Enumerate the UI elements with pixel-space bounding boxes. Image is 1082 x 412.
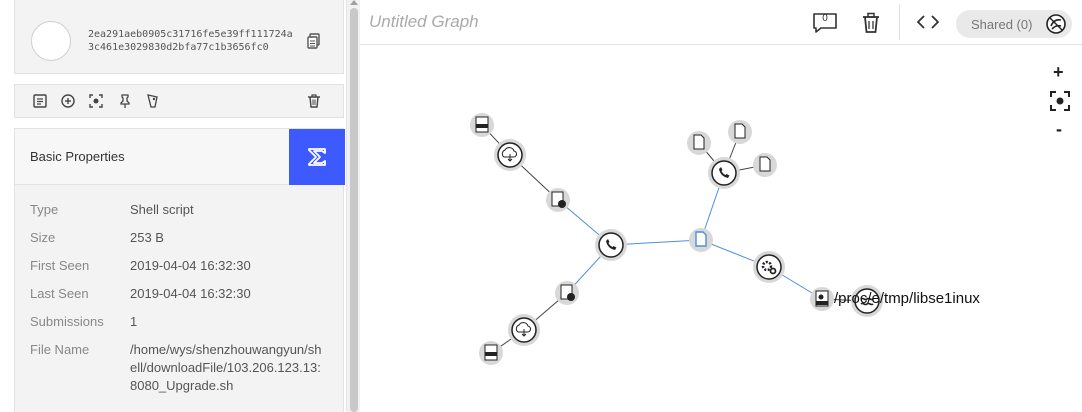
- sigma-icon: [308, 148, 326, 166]
- file-node[interactable]: [728, 120, 752, 144]
- graph-edges: [481, 124, 868, 354]
- zip-file-node[interactable]: [470, 113, 494, 137]
- report-icon[interactable]: [32, 93, 48, 109]
- graph-canvas[interactable]: Untitled Graph 0 Shared (0) + - /proc/e/…: [360, 0, 1082, 412]
- call-node[interactable]: [708, 157, 740, 189]
- download-node[interactable]: [494, 139, 526, 171]
- node-toolbar: [14, 84, 344, 118]
- web-file-node[interactable]: [546, 188, 570, 212]
- pin-icon[interactable]: [117, 93, 133, 109]
- relationship-graph[interactable]: [360, 0, 1082, 412]
- prop-key: Submissions: [30, 314, 104, 329]
- left-panel-scrollbar[interactable]: [346, 0, 360, 412]
- sample-hash[interactable]: 2ea291aeb0905c31716fe5e39ff111724a3c461e…: [88, 28, 293, 54]
- properties-title: Basic Properties: [30, 149, 125, 164]
- prop-key: File Name: [30, 342, 90, 357]
- prop-value: 2019-04-04 16:32:30: [130, 286, 251, 301]
- left-panel: 2ea291aeb0905c31716fe5e39ff111724a3c461e…: [0, 0, 346, 412]
- call-node[interactable]: [595, 229, 627, 261]
- prop-key: Type: [30, 202, 59, 217]
- sample-card: 2ea291aeb0905c31716fe5e39ff111724a3c461e…: [14, 0, 344, 74]
- file-node[interactable]: [753, 153, 777, 177]
- elf-file-node[interactable]: [810, 287, 834, 311]
- shell-script-node[interactable]: [689, 228, 713, 252]
- copy-icon[interactable]: [307, 33, 321, 49]
- prop-value[interactable]: /home/wys/shenzhouwangyun/shell/download…: [130, 341, 326, 395]
- sigma-button[interactable]: [289, 129, 345, 185]
- web-file-node[interactable]: [555, 281, 579, 305]
- download-node[interactable]: [508, 314, 540, 346]
- basic-properties-panel: Basic Properties Type Shell script Size …: [14, 128, 345, 412]
- prop-value: 1: [130, 314, 138, 329]
- focus-icon[interactable]: [88, 93, 104, 109]
- prop-value: Shell script: [130, 202, 194, 217]
- scroll-up-icon[interactable]: [350, 0, 358, 5]
- tag-icon[interactable]: [145, 93, 161, 109]
- properties-header: Basic Properties: [15, 129, 345, 185]
- file-node[interactable]: [687, 131, 711, 155]
- node-path-label: /proc/e/tmp/libse1inux: [834, 290, 980, 307]
- prop-key: Last Seen: [30, 286, 89, 301]
- sample-avatar: [31, 21, 71, 61]
- scrollbar-thumb[interactable]: [350, 8, 358, 412]
- zip-file-node[interactable]: [479, 341, 503, 365]
- prop-key: Size: [30, 230, 56, 245]
- prop-value: 2019-04-04 16:32:30: [130, 258, 251, 273]
- prop-key: First Seen: [30, 258, 90, 273]
- prop-value: 253 B: [130, 230, 164, 245]
- trash-icon[interactable]: [306, 93, 322, 109]
- process-node[interactable]: [753, 251, 785, 283]
- add-circle-icon[interactable]: [60, 93, 76, 109]
